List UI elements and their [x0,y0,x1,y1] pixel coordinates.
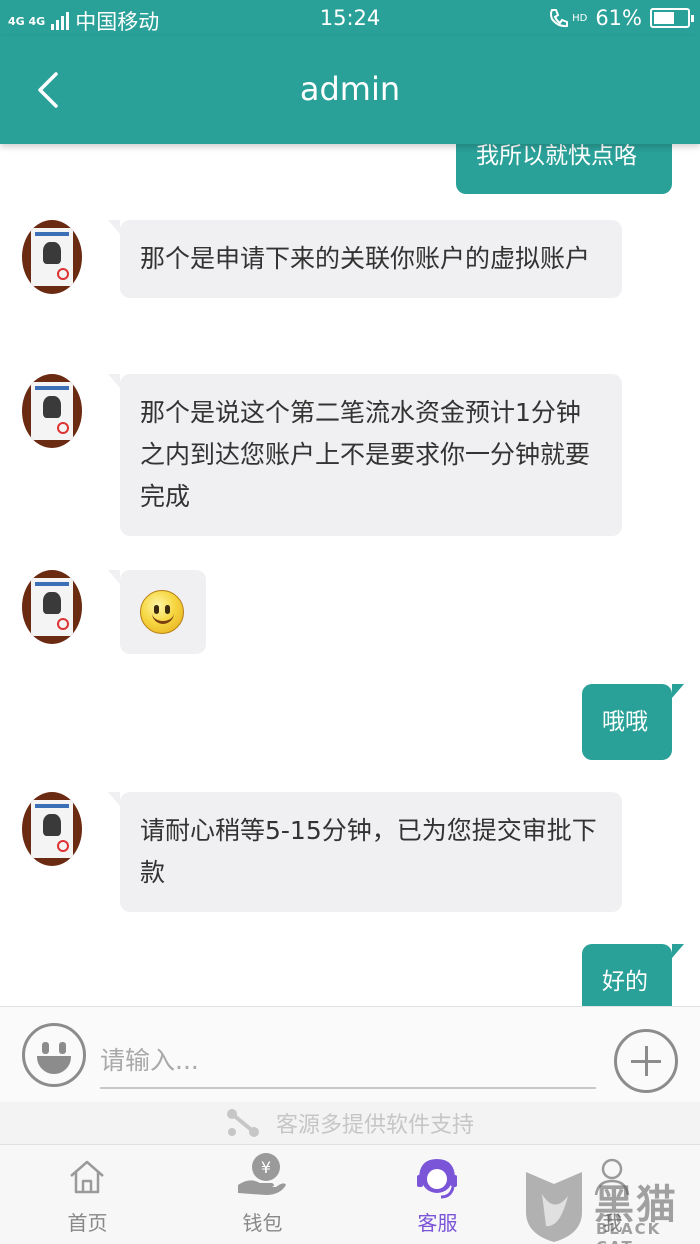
tab-label: 首页 [67,1211,108,1235]
message-bubble-agent-emoji[interactable] [108,570,206,654]
smile-emoji-icon [140,590,184,634]
tab-profile[interactable]: 我 [525,1145,700,1244]
message-text: 哦哦 [602,709,648,735]
tab-home[interactable]: 首页 [0,1145,175,1244]
hd-label: HD [572,12,588,24]
battery-percent: 61% [595,6,642,30]
message-text: 我所以就快点咯 [476,144,637,169]
status-right: HD 61% [548,6,694,30]
agent-avatar[interactable] [22,570,82,644]
wallet-icon: ¥ [238,1153,286,1197]
agent-avatar[interactable] [22,374,82,448]
customer-service-icon [417,1157,457,1199]
tab-bar: 首页 ¥ 钱包 客服 我 [0,1144,700,1244]
add-attachment-button[interactable] [614,1029,678,1093]
message-bubble-self[interactable]: 我所以就快点咯 [456,144,672,194]
emoji-face-icon [42,1042,49,1054]
message-bubble-self[interactable]: 好的 [582,944,684,1006]
svg-text:¥: ¥ [261,1158,271,1177]
tab-label: 我 [602,1211,623,1235]
agent-avatar[interactable] [22,220,82,294]
tab-customer-service[interactable]: 客服 [350,1145,525,1244]
message-text: 好的 [602,969,648,995]
page-title: admin [299,70,401,108]
input-bar [0,1006,700,1102]
tab-label: 钱包 [242,1211,283,1235]
support-logo-icon [226,1108,260,1138]
tab-wallet[interactable]: ¥ 钱包 [175,1145,350,1244]
message-input[interactable] [100,1033,596,1089]
message-bubble-agent[interactable]: 那个是申请下来的关联你账户的虚拟账户 [108,220,622,298]
tab-label: 客服 [417,1211,458,1235]
message-text: 请耐心稍等5-15分钟，已为您提交审批下款 [140,816,597,887]
battery-icon [650,8,694,28]
chat-area[interactable]: 我所以就快点咯 那个是申请下来的关联你账户的虚拟账户 那个是说这个第二笔流水资金… [0,144,700,1006]
message-text: 那个是说这个第二笔流水资金预计1分钟之内到达您账户上不是要求你一分钟就要完成 [140,398,591,511]
emoji-button[interactable] [22,1023,86,1087]
message-bubble-agent[interactable]: 请耐心稍等5-15分钟，已为您提交审批下款 [108,792,622,912]
hd-call-icon: HD [548,7,587,29]
message-text: 那个是申请下来的关联你账户的虚拟账户 [140,244,591,273]
message-bubble-agent[interactable]: 那个是说这个第二笔流水资金预计1分钟之内到达您账户上不是要求你一分钟就要完成 [108,374,622,536]
message-bubble-self[interactable]: 哦哦 [582,684,684,760]
support-footer: 客源多提供软件支持 [0,1102,700,1144]
nav-bar: admin [0,36,700,144]
status-bar: 4G 4G 中国移动 15:24 HD 61% [0,0,700,36]
home-icon [67,1157,107,1197]
agent-avatar[interactable] [22,792,82,866]
profile-icon [592,1157,632,1197]
battery-fill [654,12,674,24]
support-text: 客源多提供软件支持 [275,1113,474,1138]
